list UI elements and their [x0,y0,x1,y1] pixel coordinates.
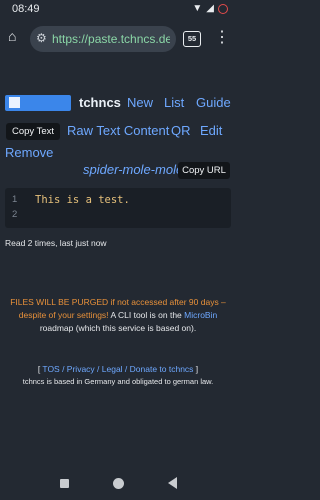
brand-name[interactable]: tchncs [79,95,121,110]
nav-new-link[interactable]: New [127,95,153,110]
more-menu-icon[interactable]: ⋮ [214,27,230,47]
signal-icon: ◢ [206,3,214,14]
nav-list-link[interactable]: List [164,95,184,110]
paste-name-link[interactable]: spider-mole-mole [83,162,183,177]
logo-cursor-block [9,97,20,108]
copy-url-button[interactable]: Copy URL [178,162,230,179]
home-icon[interactable]: ⌂ [8,29,22,43]
remove-link[interactable]: Remove [5,145,53,160]
raw-text-link[interactable]: Raw Text Content [67,123,169,138]
logo-selection[interactable] [5,95,71,111]
microbin-link[interactable]: MicroBin [184,310,217,320]
home-button[interactable] [113,478,124,489]
edit-link[interactable]: Edit [200,123,222,138]
line-number: 2 [12,209,18,220]
url-text[interactable]: https://paste.tchncs.de/u [52,32,170,46]
footer-links-close: ] [193,364,199,374]
site-settings-icon[interactable]: ⚙ [36,31,47,45]
paste-content-box: 1 2 This is a test. [5,188,231,228]
status-bar: 08:49 ▼ ◢ [0,0,236,20]
status-icons: ▼ ◢ [192,3,228,14]
footer-links: [ TOS / Privacy / Legal / Donate to tchn… [0,364,236,374]
purge-warning: FILES WILL BE PURGED if not accessed aft… [0,296,236,335]
purge-warning-text2: roadmap (which this service is based on)… [39,323,197,333]
tab-switcher-button[interactable]: 55 [183,31,201,47]
wifi-icon: ▼ [192,3,203,14]
copy-text-button[interactable]: Copy Text [6,123,60,140]
line-number: 1 [12,194,18,205]
qr-link[interactable]: QR [171,123,191,138]
legal-notice: tchncs is based in Germany and obligated… [22,377,214,386]
browser-toolbar: ⌂ ⚙ https://paste.tchncs.de/u 55 ⋮ [0,22,236,56]
read-info: Read 2 times, last just now [5,238,107,248]
nav-guide-link[interactable]: Guide [196,95,231,110]
system-navigation-bar [0,470,236,500]
status-time: 08:49 [12,3,40,15]
back-button[interactable] [168,477,177,489]
tos-privacy-legal-donate-link[interactable]: TOS / Privacy / Legal / Donate to tchncs [42,364,193,374]
recents-button[interactable] [60,479,69,488]
purge-warning-text1: A CLI tool is on the [108,310,185,320]
battery-ring-icon [218,3,228,14]
paste-text: This is a test. [35,194,130,206]
address-bar[interactable]: ⚙ https://paste.tchncs.de/u [30,26,176,52]
